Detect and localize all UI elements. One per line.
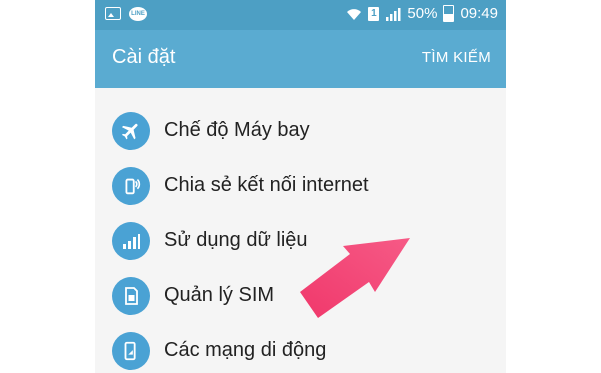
pointer-arrow	[300, 238, 410, 318]
